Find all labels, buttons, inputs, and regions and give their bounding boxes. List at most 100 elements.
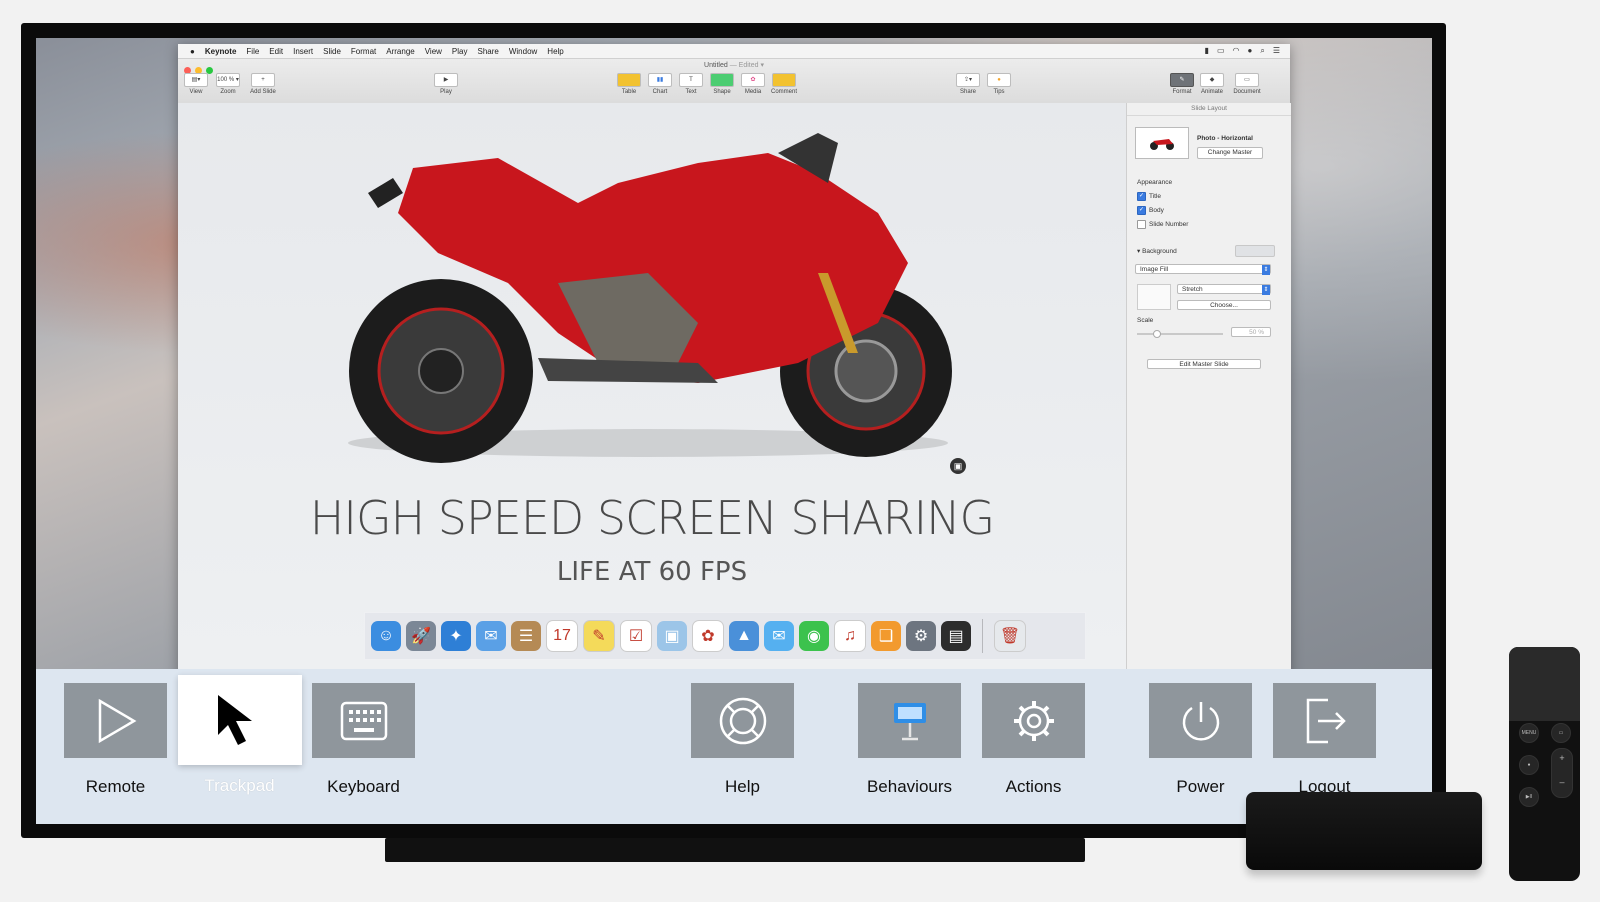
dock-reminders-icon[interactable]: ☑ bbox=[620, 620, 652, 652]
menu-file[interactable]: File bbox=[246, 47, 259, 56]
battery-icon[interactable]: ▮ bbox=[1205, 46, 1209, 56]
dock-itunes-icon[interactable]: ♫ bbox=[834, 620, 866, 652]
zoom-button[interactable]: 100 % ▾ Zoom bbox=[214, 73, 242, 95]
microphone-icon[interactable]: ● bbox=[1519, 755, 1539, 775]
change-master-button[interactable]: Change Master bbox=[1197, 147, 1263, 159]
dock-photos-icon[interactable]: ✿ bbox=[692, 620, 724, 652]
table-button[interactable]: Table bbox=[615, 73, 643, 95]
tv-icon[interactable]: ▭ bbox=[1551, 723, 1571, 743]
inspector-header: Slide Layout bbox=[1127, 103, 1291, 116]
disclosure-triangle-icon[interactable]: ▾ bbox=[1137, 248, 1140, 255]
choose-image-button[interactable]: Choose... bbox=[1177, 300, 1271, 310]
dock-contacts-icon[interactable]: ☰ bbox=[511, 621, 541, 651]
master-thumbnail[interactable] bbox=[1135, 127, 1189, 159]
menu-help[interactable]: Help bbox=[547, 47, 563, 56]
menu-arrange[interactable]: Arrange bbox=[386, 47, 414, 56]
dock-safari-icon[interactable]: ✦ bbox=[441, 621, 471, 651]
spotlight-icon[interactable]: ⌕ bbox=[1260, 46, 1264, 56]
menu-format[interactable]: Format bbox=[351, 47, 376, 56]
menu-play[interactable]: Play bbox=[452, 47, 468, 56]
menu-edit[interactable]: Edit bbox=[269, 47, 283, 56]
document-edited-status[interactable]: — Edited ▾ bbox=[730, 62, 764, 69]
dock-calendar-icon[interactable]: 17 bbox=[546, 620, 578, 652]
dock-keynote-icon[interactable]: ▲ bbox=[729, 621, 759, 651]
slider-knob[interactable] bbox=[1153, 330, 1161, 338]
dock-mail-icon[interactable]: ✉ bbox=[476, 621, 506, 651]
slide-canvas[interactable]: ▣ HIGH SPEED SCREEN SHARING LIFE AT 60 F… bbox=[178, 103, 1126, 679]
volume-down-button[interactable]: – bbox=[1552, 777, 1572, 787]
slide-subtitle[interactable]: LIFE AT 60 FPS bbox=[178, 557, 1126, 587]
notification-center-icon[interactable]: ☰ bbox=[1273, 46, 1280, 56]
media-button[interactable]: ✿ Media bbox=[739, 73, 767, 95]
replace-image-icon[interactable]: ▣ bbox=[950, 458, 966, 474]
airplay-icon[interactable]: ▭ bbox=[1217, 46, 1225, 56]
background-color-well[interactable] bbox=[1235, 245, 1275, 257]
volume-up-button[interactable]: + bbox=[1552, 753, 1572, 763]
add-slide-button[interactable]: + Add Slide bbox=[248, 73, 278, 95]
apple-menu-icon[interactable]: ● bbox=[190, 47, 195, 56]
slide-title[interactable]: HIGH SPEED SCREEN SHARING bbox=[178, 491, 1126, 545]
play-button[interactable]: ▶ Play bbox=[432, 73, 460, 95]
chart-label: Chart bbox=[652, 89, 668, 95]
share-button[interactable]: ⇪▾ Share bbox=[954, 73, 982, 95]
dock-preview-icon[interactable]: ▣ bbox=[657, 621, 687, 651]
chart-button[interactable]: ▮▮ Chart bbox=[646, 73, 674, 95]
comment-button[interactable]: Comment bbox=[770, 73, 798, 95]
user-icon[interactable]: ● bbox=[1248, 46, 1253, 56]
title-checkbox[interactable]: ✓ Title bbox=[1137, 192, 1188, 201]
dock-trash-icon[interactable]: 🗑 bbox=[994, 620, 1026, 652]
scale-value-field[interactable]: 50 % bbox=[1231, 327, 1271, 337]
text-button[interactable]: T Text bbox=[677, 73, 705, 95]
animate-button[interactable]: ◆ Animate bbox=[1198, 73, 1226, 95]
dock-messages-icon[interactable]: ✉ bbox=[764, 621, 794, 651]
remote-menu-button[interactable]: MENU bbox=[1519, 723, 1539, 743]
slide-number-checkbox[interactable]: Slide Number bbox=[1137, 220, 1188, 229]
tips-button[interactable]: ● Tips bbox=[985, 73, 1013, 95]
view-button[interactable]: ▤▾ View bbox=[182, 73, 210, 95]
image-well[interactable] bbox=[1137, 284, 1171, 310]
menu-insert[interactable]: Insert bbox=[293, 47, 313, 56]
logout-button[interactable]: Logout bbox=[1273, 683, 1376, 797]
tv-stand bbox=[385, 838, 1085, 862]
apple-tv-box bbox=[1246, 792, 1482, 870]
menu-window[interactable]: Window bbox=[509, 47, 537, 56]
keyboard-mode-button[interactable]: Keyboard bbox=[312, 683, 415, 797]
shape-button[interactable]: Shape bbox=[708, 73, 736, 95]
remote-play-pause-button[interactable]: ▶II bbox=[1519, 787, 1539, 807]
actions-button[interactable]: Actions bbox=[982, 683, 1085, 797]
dock-notes-icon[interactable]: ✎ bbox=[583, 620, 615, 652]
dock-facetime-icon[interactable]: ◉ bbox=[799, 621, 829, 651]
tv-screen: ● Keynote File Edit Insert Slide Format … bbox=[36, 38, 1432, 824]
menu-app-name[interactable]: Keynote bbox=[205, 47, 237, 56]
motorcycle-image[interactable] bbox=[178, 113, 1126, 473]
wifi-icon[interactable]: ◠ bbox=[1233, 46, 1240, 56]
dock-ibooks-icon[interactable]: ❑ bbox=[871, 621, 901, 651]
document-button[interactable]: ▭ Document bbox=[1230, 73, 1264, 95]
menu-share[interactable]: Share bbox=[477, 47, 498, 56]
checkbox-unchecked-icon bbox=[1137, 220, 1146, 229]
volume-rocker[interactable]: + – bbox=[1551, 748, 1573, 798]
dock-app-store-icon[interactable]: ▤ bbox=[941, 621, 971, 651]
help-button[interactable]: Help bbox=[691, 683, 794, 797]
dock-finder-icon[interactable]: ☺ bbox=[371, 621, 401, 651]
fill-type-select[interactable]: Image Fill ⇕ bbox=[1135, 264, 1271, 275]
scale-slider[interactable] bbox=[1137, 330, 1223, 338]
menu-slide[interactable]: Slide bbox=[323, 47, 341, 56]
view-icon: ▤▾ bbox=[184, 73, 208, 87]
background-section: ▾ Background bbox=[1137, 245, 1283, 257]
body-checkbox[interactable]: ✓ Body bbox=[1137, 206, 1188, 215]
remote-mode-button[interactable]: Remote bbox=[64, 683, 167, 797]
dock-system-preferences-icon[interactable]: ⚙ bbox=[906, 621, 936, 651]
image-scale-mode-select[interactable]: Stretch ⇕ bbox=[1177, 284, 1271, 295]
format-button[interactable]: ✎ Format bbox=[1168, 73, 1196, 95]
menu-view[interactable]: View bbox=[425, 47, 442, 56]
trackpad-mode-button[interactable]: Trackpad bbox=[178, 675, 302, 796]
remote-touch-surface[interactable] bbox=[1509, 647, 1580, 721]
help-tile bbox=[691, 683, 794, 758]
format-inspector: Slide Layout Photo - Horizontal Change M… bbox=[1126, 103, 1291, 679]
dock-launchpad-icon[interactable]: 🚀 bbox=[406, 621, 436, 651]
shape-icon bbox=[710, 73, 734, 87]
behaviours-button[interactable]: Behaviours bbox=[858, 683, 961, 797]
power-button[interactable]: Power bbox=[1149, 683, 1252, 797]
edit-master-slide-button[interactable]: Edit Master Slide bbox=[1147, 359, 1261, 369]
